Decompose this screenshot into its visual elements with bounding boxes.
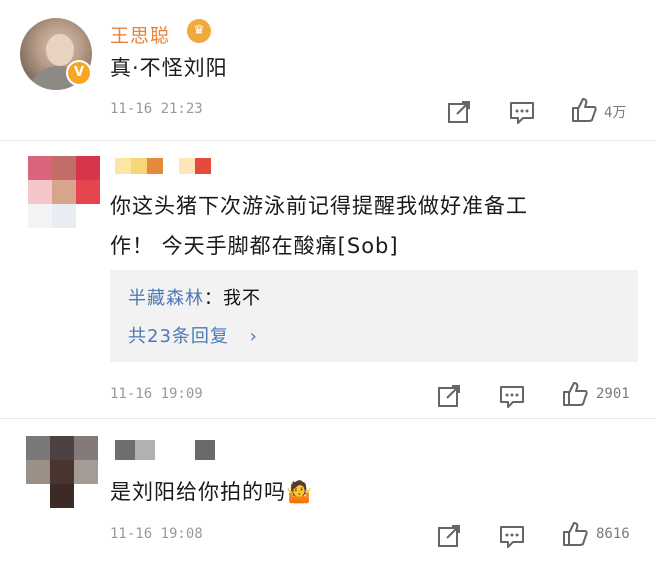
comment-icon[interactable] (498, 382, 526, 410)
timestamp: 11-16 19:09 (110, 386, 203, 402)
timestamp: 11-16 19:08 (110, 526, 203, 542)
comment-text-line-2: 作！ 今天手脚都在酸痛[Sob] (110, 234, 399, 258)
like-icon[interactable] (561, 520, 589, 548)
avatar[interactable] (26, 436, 98, 508)
like-icon[interactable] (570, 96, 598, 124)
like-count: 4万 (604, 105, 627, 121)
username[interactable] (115, 158, 243, 174)
share-icon[interactable] (445, 98, 473, 126)
reply-separator: ： (204, 288, 223, 309)
share-icon[interactable] (435, 522, 463, 550)
reply-count: 共23条回复 (128, 326, 229, 347)
verified-badge-icon: V (66, 60, 92, 86)
comment-item: V 王思聪 ♛ 真·不怪刘阳 11-16 21:23 4万 (0, 0, 656, 140)
like-icon[interactable] (561, 380, 589, 408)
comment-icon[interactable] (498, 522, 526, 550)
chevron-right-icon: › (249, 326, 258, 347)
like-count: 2901 (596, 386, 630, 402)
avatar[interactable] (28, 156, 100, 228)
reply-text: 我不 (223, 288, 261, 309)
timestamp: 11-16 21:23 (110, 101, 203, 117)
username[interactable]: 王思聪 (110, 21, 170, 48)
shrug-emoji-icon: 🤷 (286, 480, 314, 504)
comment-item: 是刘阳给你拍的吗🤷 11-16 19:08 8616 (0, 418, 656, 562)
comment-item: 你这头猪下次游泳前记得提醒我做好准备工 作！ 今天手脚都在酸痛[Sob] 半藏森… (0, 140, 656, 418)
reply-box[interactable]: 半藏森林：我不 共23条回复 › (110, 270, 638, 362)
comment-text-line-1: 你这头猪下次游泳前记得提醒我做好准备工 (110, 194, 528, 218)
comment-text: 真·不怪刘阳 (110, 56, 228, 80)
crown-icon: ♛ (187, 19, 211, 43)
comment-text: 是刘阳给你拍的吗🤷 (110, 474, 313, 510)
username[interactable] (115, 440, 215, 460)
reply-username[interactable]: 半藏森林 (128, 288, 204, 309)
comment-icon[interactable] (508, 98, 536, 126)
like-count: 8616 (596, 526, 630, 542)
reply-preview: 半藏森林：我不 (128, 284, 261, 310)
reply-count-link[interactable]: 共23条回复 › (128, 322, 258, 348)
share-icon[interactable] (435, 382, 463, 410)
comment-text-body: 是刘阳给你拍的吗 (110, 480, 286, 504)
